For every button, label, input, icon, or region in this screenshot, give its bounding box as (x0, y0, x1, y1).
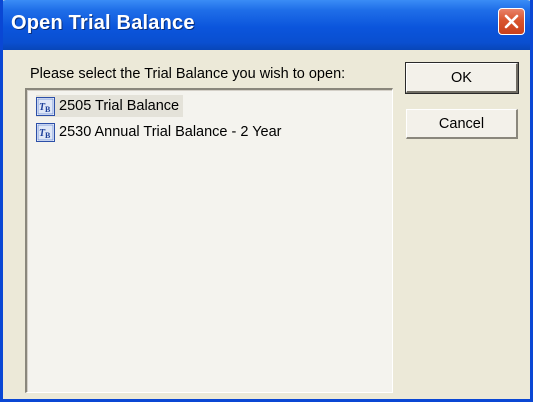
trial-balance-icon: T B (36, 122, 55, 142)
window-title: Open Trial Balance (11, 12, 195, 34)
svg-text:B: B (45, 105, 51, 114)
prompt-label: Please select the Trial Balance you wish… (30, 66, 346, 82)
list-item[interactable]: T B 2505 Trial Balance (36, 95, 184, 117)
trial-balance-icon: T B (36, 96, 55, 116)
close-button[interactable] (498, 8, 525, 35)
list-item-label: 2505 Trial Balance (59, 98, 180, 114)
svg-text:B: B (45, 131, 51, 140)
ok-button[interactable]: OK (405, 62, 519, 94)
cancel-button[interactable]: Cancel (406, 109, 518, 139)
list-item[interactable]: T B 2530 Annual Trial Balance - 2 Year (36, 121, 286, 143)
open-trial-balance-dialog: Open Trial Balance Please select the Tri… (0, 0, 533, 402)
trial-balance-listbox[interactable]: T B 2505 Trial Balance T B 2530 Annual T… (25, 88, 393, 393)
list-item-label: 2530 Annual Trial Balance - 2 Year (59, 124, 282, 140)
title-bar[interactable]: Open Trial Balance (3, 0, 530, 50)
close-icon (504, 14, 519, 29)
